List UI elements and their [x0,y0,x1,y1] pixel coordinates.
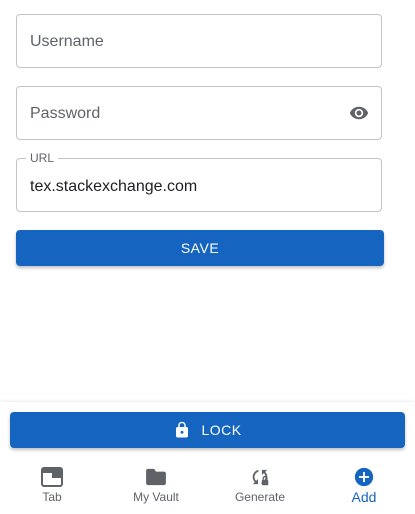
nav-label-add: Add [351,489,377,505]
nav-item-my-vault[interactable]: My Vault [104,466,208,510]
bottom-bar: LOCK Tab My Vault Generate Add [0,402,415,514]
url-label: URL [26,152,59,165]
username-placeholder: Username [30,33,104,50]
add-icon [353,466,375,488]
tab-icon [41,466,63,488]
nav-item-add[interactable]: Add [312,466,415,510]
folder-icon [145,466,167,488]
nav-label-my-vault: My Vault [133,490,179,504]
lock-button[interactable]: LOCK [10,412,405,448]
nav-label-tab: Tab [42,490,62,504]
password-field[interactable]: Password [16,86,382,140]
lock-icon [176,421,189,438]
url-value: tex.stackexchange.com [30,178,198,195]
url-field[interactable]: URL tex.stackexchange.com [16,152,382,212]
username-field[interactable]: Username [16,14,382,68]
password-placeholder: Password [30,105,101,122]
nav-item-generate[interactable]: Generate [208,466,312,510]
page: Username Password URL tex.stackexchange.… [0,0,415,514]
bottom-nav: Tab My Vault Generate Add [0,466,415,510]
generate-icon [249,466,271,488]
nav-item-tab[interactable]: Tab [0,466,104,510]
lock-button-label: LOCK [201,422,242,438]
save-button-label: SAVE [180,240,220,256]
save-button[interactable]: SAVE [16,230,384,266]
nav-label-generate: Generate [234,490,286,504]
eye-icon[interactable] [346,103,372,123]
